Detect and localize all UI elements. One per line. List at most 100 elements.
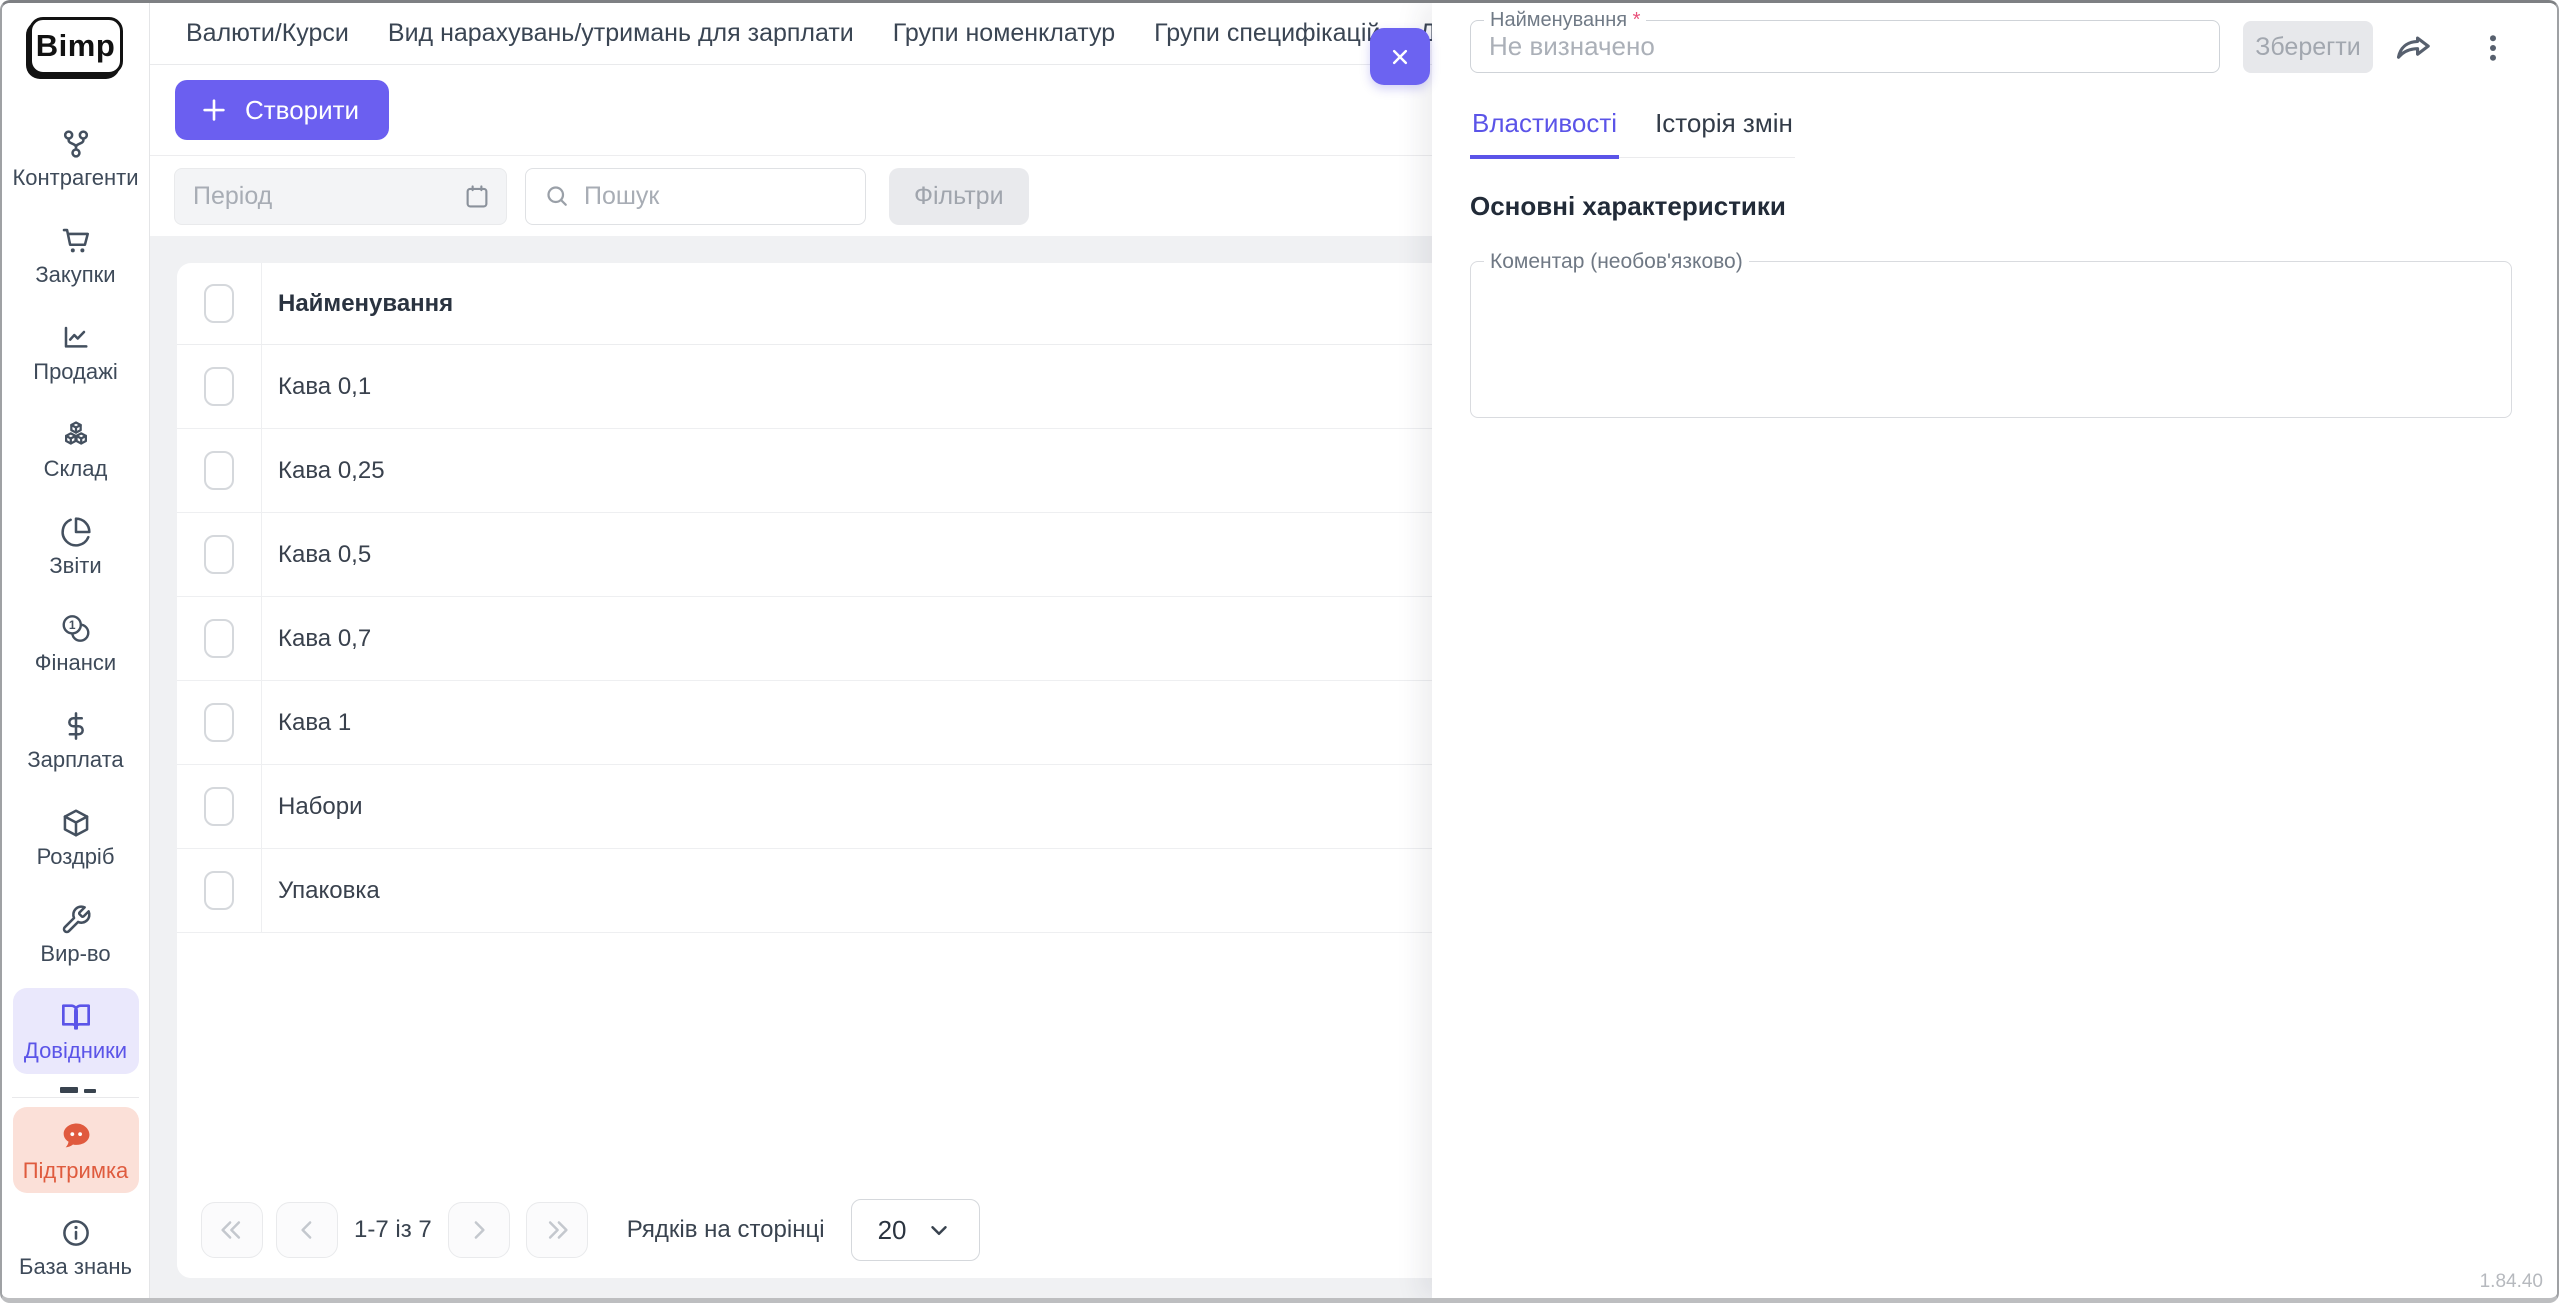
row-name: Кава 0,1 <box>278 372 372 400</box>
save-button[interactable]: Зберегти <box>2243 21 2373 73</box>
sidebar-item-label: Контрагенти <box>12 164 139 190</box>
sidebar-item-label: Зарплата <box>27 746 124 772</box>
close-panel-button[interactable] <box>1370 28 1430 85</box>
directory-table: Найменування Кава 0,1 Кава 0,25 Кава 0,5… <box>177 263 1432 1278</box>
sidebar-item-label: Вир-во <box>40 940 111 966</box>
row-name: Упаковка <box>278 876 380 904</box>
sidebar-item-knowledge-base[interactable]: База знань <box>13 1204 139 1290</box>
row-checkbox[interactable] <box>204 535 234 574</box>
detail-panel: Найменування * Зберегти Властивості Істо… <box>1432 3 2557 1298</box>
header-checkbox-cell <box>177 263 262 344</box>
row-name: Кава 0,25 <box>278 456 385 484</box>
sidebar-item-label: Закупки <box>35 261 116 287</box>
prev-page-button[interactable] <box>276 1202 338 1258</box>
tab-specification-groups[interactable]: Групи специфікацій <box>1154 19 1380 48</box>
sidebar-item-salary[interactable]: Зарплата <box>13 697 139 783</box>
more-menu-button[interactable] <box>2468 23 2518 73</box>
sidebar-item-label: Підтримка <box>22 1157 129 1183</box>
plus-icon <box>203 99 225 121</box>
tab-nomenclature-groups[interactable]: Групи номенклатур <box>893 19 1115 48</box>
clipped-icon <box>84 1089 96 1093</box>
row-checkbox-cell <box>177 849 262 932</box>
sidebar-item-sales[interactable]: Продажі <box>13 309 139 395</box>
tab-currencies[interactable]: Валюти/Курси <box>186 19 349 48</box>
share-button[interactable] <box>2390 23 2440 73</box>
sidebar-item-contractors[interactable]: Контрагенти <box>12 115 139 201</box>
sidebar-item-label: Роздріб <box>36 843 115 869</box>
coins-icon: 1 <box>62 614 89 642</box>
comment-field-label: Коментар (необов'язково) <box>1484 250 1749 274</box>
table-row[interactable]: Кава 0,7 <box>177 597 1432 681</box>
sidebar-item-label: Склад <box>43 455 108 481</box>
share-arrow-icon <box>2396 36 2430 59</box>
last-page-button[interactable] <box>525 1202 588 1258</box>
app-version: 1.84.40 <box>2479 1271 2543 1292</box>
sidebar-item-warehouse[interactable]: Склад <box>13 406 139 492</box>
sidebar-item-production[interactable]: Вир-во <box>13 891 139 977</box>
row-checkbox[interactable] <box>204 703 234 742</box>
row-checkbox[interactable] <box>204 871 234 910</box>
table-row[interactable]: Упаковка <box>177 849 1432 933</box>
filter-row: Фільтри <box>150 156 1432 236</box>
table-row[interactable]: Кава 0,5 <box>177 513 1432 597</box>
column-header-name[interactable]: Найменування <box>262 290 453 318</box>
table-row[interactable]: Кава 0,1 <box>177 345 1432 429</box>
chevron-down-icon <box>931 1226 948 1236</box>
row-checkbox[interactable] <box>204 619 234 658</box>
select-all-checkbox[interactable] <box>204 284 234 323</box>
period-input[interactable] <box>175 181 445 211</box>
sidebar-item-label: Довідники <box>23 1037 128 1063</box>
kebab-menu-icon <box>2490 35 2496 61</box>
row-name: Кава 1 <box>278 708 352 736</box>
create-row: Створити <box>150 65 1432 156</box>
clipped-icon <box>60 1087 78 1093</box>
sidebar-item-label: Звіти <box>49 552 102 578</box>
row-checkbox[interactable] <box>204 367 234 406</box>
package-icon <box>63 808 88 837</box>
pie-chart-icon <box>60 516 91 547</box>
sidebar-item-retail[interactable]: Роздріб <box>13 794 139 880</box>
table-header-row: Найменування <box>177 263 1432 345</box>
sidebar-item-reports[interactable]: Звіти <box>13 503 139 589</box>
app-logo[interactable]: Bimp <box>28 17 123 75</box>
table-row[interactable]: Кава 0,25 <box>177 429 1432 513</box>
page-range-label: 1-7 із 7 <box>354 1216 432 1243</box>
sidebar-item-finance[interactable]: 1 Фінанси <box>13 600 139 686</box>
page-size-select[interactable]: 20 <box>850 1199 980 1261</box>
row-name: Набори <box>278 792 363 820</box>
tab-history[interactable]: Історія змін <box>1653 100 1795 159</box>
filters-button[interactable]: Фільтри <box>889 167 1029 225</box>
toolbar: Створити Період Пошук Фільтри <box>150 65 1432 236</box>
table-row[interactable]: Набори <box>177 765 1432 849</box>
sidebar-item-label: Фінанси <box>34 649 117 675</box>
directory-tabbar: Валюти/Курси Вид нарахувань/утримань для… <box>150 3 1432 65</box>
name-field: Найменування * <box>1470 9 2220 73</box>
sidebar-item-directories[interactable]: Довідники <box>12 988 139 1074</box>
sidebar-divider <box>12 1097 139 1098</box>
sidebar-item-purchases[interactable]: Закупки <box>13 212 139 298</box>
comment-textarea[interactable] <box>1471 262 2511 417</box>
create-button[interactable]: Створити <box>175 80 390 140</box>
panel-tabs: Властивості Історія змін <box>1470 100 1795 159</box>
chevrons-left-icon <box>221 1221 241 1239</box>
chevron-right-icon <box>474 1221 485 1239</box>
sidebar-clipped-item <box>2 1085 149 1098</box>
tab-salary-accruals[interactable]: Вид нарахувань/утримань для зарплати <box>388 19 854 48</box>
calendar-icon[interactable] <box>462 182 492 217</box>
sidebar: Bimp Контрагенти Закупки Продажі Склад З… <box>2 3 150 1298</box>
app-window: Bimp Контрагенти Закупки Продажі Склад З… <box>0 0 2559 1303</box>
search-input[interactable] <box>584 181 844 211</box>
book-open-icon <box>61 1003 90 1030</box>
name-field-label: Найменування * <box>1484 9 1647 32</box>
sidebar-item-support[interactable]: Підтримка <box>12 1107 139 1193</box>
row-checkbox[interactable] <box>204 787 234 826</box>
next-page-button[interactable] <box>447 1202 510 1258</box>
pagination: 1-7 із 7 Рядків на сторінці 20 <box>177 1182 1432 1278</box>
row-checkbox[interactable] <box>204 451 234 490</box>
sidebar-item-label: База знань <box>19 1253 132 1279</box>
tab-properties[interactable]: Властивості <box>1470 100 1620 159</box>
first-page-button[interactable] <box>201 1202 263 1258</box>
row-checkbox-cell <box>177 597 262 680</box>
chevron-left-icon <box>301 1221 312 1239</box>
table-row[interactable]: Кава 1 <box>177 681 1432 765</box>
